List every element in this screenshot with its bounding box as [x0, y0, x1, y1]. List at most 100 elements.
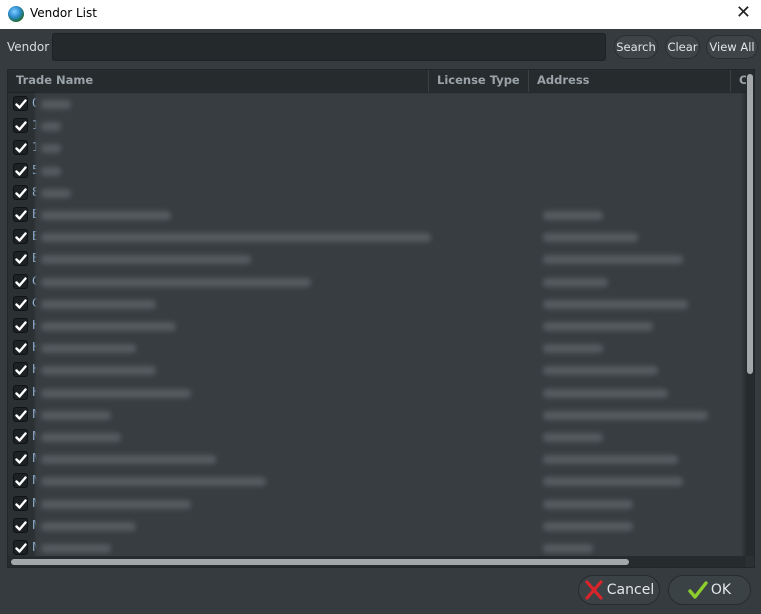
redacted-address [543, 388, 668, 398]
view-all-button[interactable]: View All [706, 35, 758, 59]
ok-label: OK [710, 582, 732, 598]
row-checkbox[interactable] [13, 406, 28, 422]
vendor-search-input[interactable] [52, 33, 606, 61]
checkmark-icon [15, 254, 27, 265]
redacted-address [543, 299, 688, 309]
row-checkbox[interactable] [13, 207, 28, 222]
redacted-trade-name [41, 499, 191, 509]
row-checkbox[interactable] [13, 362, 28, 378]
redacted-trade-name [41, 544, 111, 553]
redacted-trade-name [41, 366, 156, 376]
vertical-scroll-thumb[interactable] [747, 74, 753, 374]
redacted-trade-name [41, 477, 266, 487]
row-checkbox[interactable] [13, 495, 28, 511]
redacted-address [543, 410, 708, 420]
search-button[interactable]: Search [614, 35, 658, 59]
column-header-trade-name[interactable]: Trade Name [8, 70, 429, 92]
redacted-trade-name [41, 433, 121, 442]
redacted-trade-name [41, 233, 431, 243]
redacted-address [543, 277, 608, 287]
checkmark-icon [15, 210, 27, 220]
checkmark-icon [15, 543, 27, 553]
redacted-trade-name [41, 410, 111, 420]
ok-button[interactable]: OK [668, 575, 751, 605]
cancel-label: Cancel [606, 582, 655, 598]
redacted-trade-name [41, 344, 136, 354]
vendor-table: Trade Name License Type Address C 01158B… [7, 69, 755, 568]
redacted-content [35, 93, 743, 559]
checkmark-icon [15, 276, 27, 287]
redacted-trade-name [41, 255, 251, 265]
checkmark-icon [15, 143, 27, 154]
redacted-trade-name [41, 455, 216, 465]
checkmark-icon [15, 232, 27, 242]
redacted-trade-name [41, 144, 61, 154]
row-checkbox[interactable] [13, 251, 28, 267]
checkmark-icon [15, 321, 27, 331]
redacted-trade-name [41, 388, 191, 398]
horizontal-scroll-thumb[interactable] [11, 559, 629, 565]
checkmark-icon [15, 165, 27, 176]
checkmark-icon [15, 299, 27, 309]
vertical-scrollbar[interactable] [746, 70, 754, 556]
checkmark-icon [688, 581, 708, 599]
redacted-address [543, 366, 658, 376]
checkmark-icon [15, 188, 27, 198]
redacted-address [543, 211, 603, 220]
row-checkbox[interactable] [13, 429, 28, 444]
redacted-trade-name [41, 299, 156, 309]
horizontal-scrollbar[interactable] [8, 556, 746, 567]
checkmark-icon [15, 343, 27, 353]
checkmark-icon [15, 521, 27, 531]
row-checkbox[interactable] [13, 118, 28, 134]
checkmark-icon [15, 432, 27, 442]
row-checkbox[interactable] [13, 517, 28, 533]
redacted-address [543, 322, 653, 331]
redacted-trade-name [41, 122, 61, 132]
redacted-trade-name [41, 322, 176, 331]
redacted-address [543, 455, 678, 465]
cancel-x-icon [585, 580, 603, 600]
redacted-address [543, 433, 603, 442]
redacted-address [543, 255, 683, 265]
window-title: Vendor List [30, 6, 97, 20]
row-checkbox[interactable] [13, 162, 28, 178]
checkmark-icon [15, 498, 27, 509]
redacted-trade-name [41, 277, 311, 287]
redacted-address [543, 344, 603, 354]
redacted-address [543, 499, 633, 509]
row-checkbox[interactable] [13, 229, 28, 245]
redacted-trade-name [41, 100, 71, 109]
row-checkbox[interactable] [13, 96, 28, 111]
checkmark-icon [15, 476, 27, 487]
row-checkbox[interactable] [13, 140, 28, 156]
row-checkbox[interactable] [13, 340, 28, 356]
redacted-address [543, 233, 638, 243]
column-header-address[interactable]: Address [529, 70, 731, 92]
checkmark-icon [15, 121, 27, 131]
checkmark-icon [15, 99, 27, 109]
row-checkbox[interactable] [13, 540, 28, 555]
title-bar: Vendor List ✕ [0, 0, 761, 29]
column-header-license-type[interactable]: License Type [429, 70, 529, 92]
redacted-trade-name [41, 166, 61, 176]
row-checkbox[interactable] [13, 273, 28, 289]
row-checkbox[interactable] [13, 184, 28, 200]
redacted-address [543, 521, 633, 531]
row-checkbox[interactable] [13, 295, 28, 311]
checkmark-icon [15, 410, 27, 420]
row-checkbox[interactable] [13, 473, 28, 489]
redacted-trade-name [41, 211, 171, 220]
vendor-label: Vendor [7, 40, 50, 54]
redacted-trade-name [41, 521, 136, 531]
clear-button[interactable]: Clear [665, 35, 700, 59]
checkmark-icon [15, 387, 27, 398]
checkmark-icon [15, 454, 27, 464]
close-icon[interactable]: ✕ [736, 3, 751, 23]
row-checkbox[interactable] [13, 318, 28, 333]
row-checkbox[interactable] [13, 384, 28, 400]
redacted-trade-name [41, 188, 71, 198]
row-checkbox[interactable] [13, 451, 28, 467]
redacted-address [543, 544, 593, 553]
cancel-button[interactable]: Cancel [578, 575, 660, 605]
